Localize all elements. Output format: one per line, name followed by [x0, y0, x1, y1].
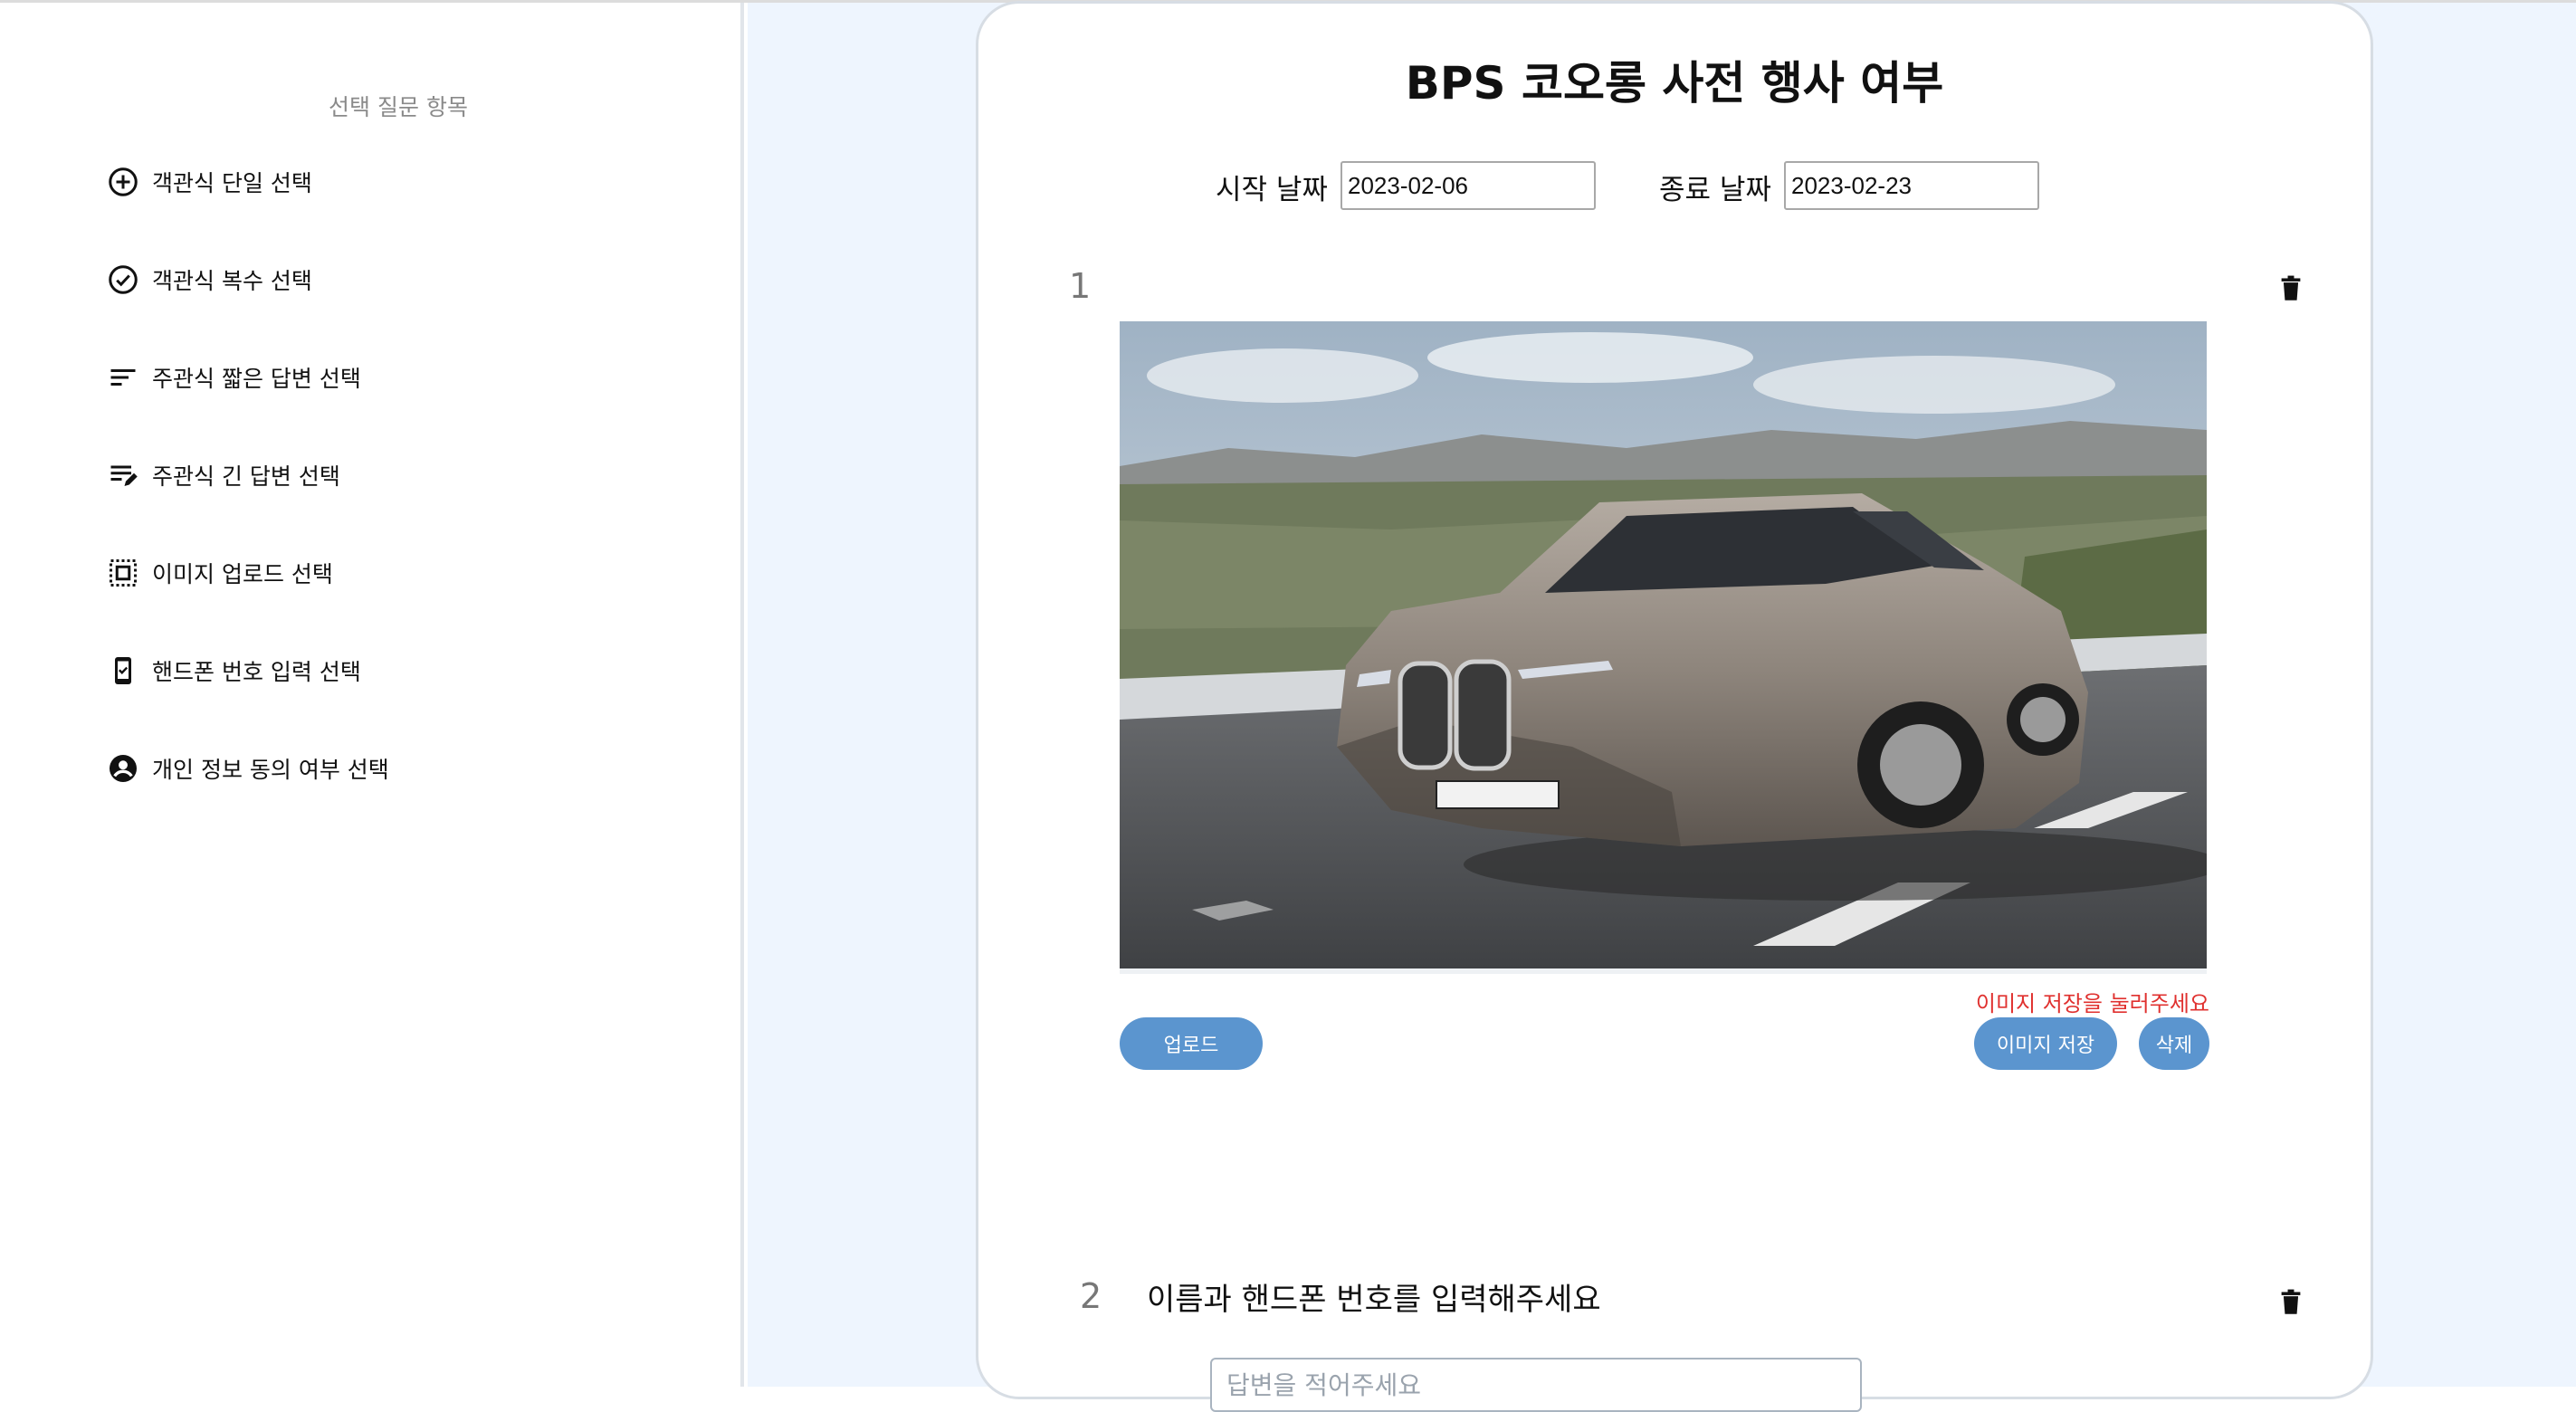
- long-text-edit-icon: [107, 459, 139, 491]
- delete-question-icon[interactable]: [2278, 1289, 2304, 1316]
- check-circle-icon: [107, 263, 139, 296]
- sidebar-item-short-answer[interactable]: 주관식 짧은 답변 선택: [107, 356, 361, 399]
- save-image-warning: 이미지 저장을 눌러주세요: [1975, 991, 2209, 1016]
- form-title: BPS 코오롱 사전 행사 여부: [1405, 57, 1944, 110]
- sidebar-item-label: 이미지 업로드 선택: [152, 561, 333, 587]
- sidebar-item-label: 주관식 긴 답변 선택: [152, 463, 340, 490]
- sidebar-item-label: 주관식 짧은 답변 선택: [152, 366, 361, 392]
- sidebar-item-phone-input[interactable]: 핸드폰 번호 입력 선택: [107, 649, 361, 692]
- sidebar-item-single-choice[interactable]: 객관식 단일 선택: [107, 160, 312, 204]
- account-circle-icon: [107, 752, 139, 785]
- image-select-icon: [107, 557, 139, 589]
- sidebar-item-label: 객관식 복수 선택: [152, 268, 312, 294]
- survey-form-card: BPS 코오롱 사전 행사 여부 시작 날짜 종료 날짜 1: [976, 1, 2373, 1412]
- uploaded-image: [1120, 321, 2207, 968]
- start-date-label: 시작 날짜: [1216, 174, 1328, 206]
- question-number: 1: [1069, 266, 1092, 306]
- sidebar-item-long-answer[interactable]: 주관식 긴 답변 선택: [107, 453, 340, 497]
- phone-check-icon: [107, 654, 139, 687]
- sidebar-item-label: 핸드폰 번호 입력 선택: [152, 659, 361, 685]
- question-type-sidebar: 선택 질문 항목 객관식 단일 선택 객관식 복수 선택 주관식 짧은 답변 선…: [0, 3, 744, 1387]
- answer-input[interactable]: [1210, 1358, 1862, 1412]
- short-text-icon: [107, 361, 139, 394]
- end-date-input[interactable]: [1784, 161, 2039, 210]
- save-image-button[interactable]: 이미지 저장: [1974, 1017, 2117, 1070]
- main-area: BPS 코오롱 사전 행사 여부 시작 날짜 종료 날짜 1: [748, 1, 2576, 1412]
- image-underline: [1120, 968, 2207, 974]
- sidebar-item-label: 개인 정보 동의 여부 선택: [152, 757, 389, 783]
- sidebar-title: 선택 질문 항목: [329, 94, 468, 120]
- sidebar-item-multiple-choice[interactable]: 객관식 복수 선택: [107, 258, 312, 301]
- question-number: 2: [1080, 1276, 1102, 1316]
- delete-image-button[interactable]: 삭제: [2139, 1017, 2209, 1070]
- delete-question-icon[interactable]: [2278, 275, 2304, 302]
- sidebar-item-label: 객관식 단일 선택: [152, 170, 312, 196]
- end-date-label: 종료 날짜: [1659, 174, 1771, 206]
- question-text: 이름과 핸드폰 번호를 입력해주세요: [1147, 1282, 1601, 1318]
- upload-button[interactable]: 업로드: [1120, 1017, 1263, 1070]
- plus-circle-icon: [107, 166, 139, 198]
- start-date-input[interactable]: [1340, 161, 1596, 210]
- sidebar-item-image-upload[interactable]: 이미지 업로드 선택: [107, 551, 333, 595]
- sidebar-item-privacy-consent[interactable]: 개인 정보 동의 여부 선택: [107, 747, 389, 790]
